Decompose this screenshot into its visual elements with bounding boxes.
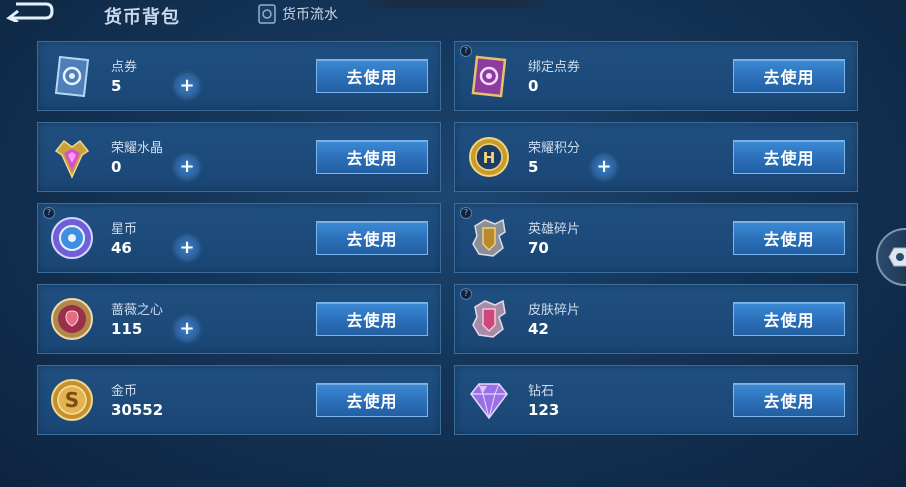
currency-name: 荣耀水晶 xyxy=(111,141,164,156)
use-button[interactable]: 去使用 xyxy=(316,383,428,417)
add-icon[interactable]: + xyxy=(176,156,198,178)
tab-currency-flow-label: 货币流水 xyxy=(282,7,338,23)
currency-amount: 5 xyxy=(111,77,122,95)
currency-amount: 46 xyxy=(111,239,132,257)
star-coin-icon xyxy=(51,217,93,259)
top-bar: 货币背包 货币流水 xyxy=(0,0,906,34)
page-title: 货币背包 xyxy=(104,7,180,28)
currency-name: 英雄碎片 xyxy=(528,222,581,237)
currency-name: 荣耀积分 xyxy=(528,141,581,156)
svg-text:S: S xyxy=(65,388,79,412)
glory-crystal-icon xyxy=(54,139,90,179)
add-icon[interactable]: + xyxy=(176,75,198,97)
currency-amount: 0 xyxy=(111,158,122,176)
currency-card-star-coin: ? 星币 46 + 去使用 xyxy=(37,203,441,273)
currency-amount: 115 xyxy=(111,320,143,338)
currency-card-glory-crystal: 荣耀水晶 0 + 去使用 xyxy=(37,122,441,192)
add-icon[interactable]: + xyxy=(176,318,198,340)
currency-amount: 42 xyxy=(528,320,549,338)
currency-card-diamond: 钻石 123 去使用 xyxy=(454,365,858,435)
currency-amount: 0 xyxy=(528,77,539,95)
use-button[interactable]: 去使用 xyxy=(733,140,845,174)
currency-amount: 30552 xyxy=(111,401,164,419)
currency-name: 点券 xyxy=(111,60,138,75)
use-button[interactable]: 去使用 xyxy=(316,59,428,93)
use-button[interactable]: 去使用 xyxy=(316,302,428,336)
use-button[interactable]: 去使用 xyxy=(733,59,845,93)
use-button[interactable]: 去使用 xyxy=(316,221,428,255)
diamond-icon xyxy=(470,383,508,420)
currency-card-hero-shard: ? 英雄碎片 70 去使用 xyxy=(454,203,858,273)
use-button[interactable]: 去使用 xyxy=(316,140,428,174)
hero-shard-icon xyxy=(472,218,506,257)
flow-record-icon xyxy=(258,4,276,24)
add-icon[interactable]: + xyxy=(593,156,615,178)
currency-card-rose-heart: 蔷薇之心 115 + 去使用 xyxy=(37,284,441,354)
gold-coin-icon: S xyxy=(51,379,93,421)
bound-ticket-icon xyxy=(471,55,507,98)
side-drawer-handle[interactable] xyxy=(876,228,906,286)
currency-card-skin-shard: ? 皮肤碎片 42 去使用 xyxy=(454,284,858,354)
skin-shard-icon xyxy=(472,299,506,338)
currency-name: 皮肤碎片 xyxy=(528,303,581,318)
use-button[interactable]: 去使用 xyxy=(733,383,845,417)
currency-card-bound-ticket: ? 绑定点券 0 去使用 xyxy=(454,41,858,111)
use-button[interactable]: 去使用 xyxy=(733,302,845,336)
currency-name: 绑定点券 xyxy=(528,60,581,75)
back-arrow-icon[interactable] xyxy=(6,0,54,22)
currency-name: 钻石 xyxy=(528,384,555,399)
svg-text:H: H xyxy=(483,149,496,167)
currency-amount: 5 xyxy=(528,158,539,176)
currency-card-gold-coin: S 金币 30552 去使用 xyxy=(37,365,441,435)
rose-heart-icon xyxy=(51,298,93,340)
currency-card-ticket: 点券 5 + 去使用 xyxy=(37,41,441,111)
tab-currency-flow[interactable]: 货币流水 xyxy=(258,2,338,26)
hexagon-icon xyxy=(888,247,906,267)
currency-name: 蔷薇之心 xyxy=(111,303,164,318)
currency-amount: 123 xyxy=(528,401,560,419)
ticket-icon xyxy=(54,55,90,98)
add-icon[interactable]: + xyxy=(176,237,198,259)
top-decoration-strip xyxy=(360,0,550,8)
currency-card-glory-points: H 荣耀积分 5 + 去使用 xyxy=(454,122,858,192)
currency-amount: 70 xyxy=(528,239,549,257)
glory-points-icon: H xyxy=(469,137,509,177)
currency-name: 星币 xyxy=(111,222,138,237)
use-button[interactable]: 去使用 xyxy=(733,221,845,255)
currency-name: 金币 xyxy=(111,384,138,399)
